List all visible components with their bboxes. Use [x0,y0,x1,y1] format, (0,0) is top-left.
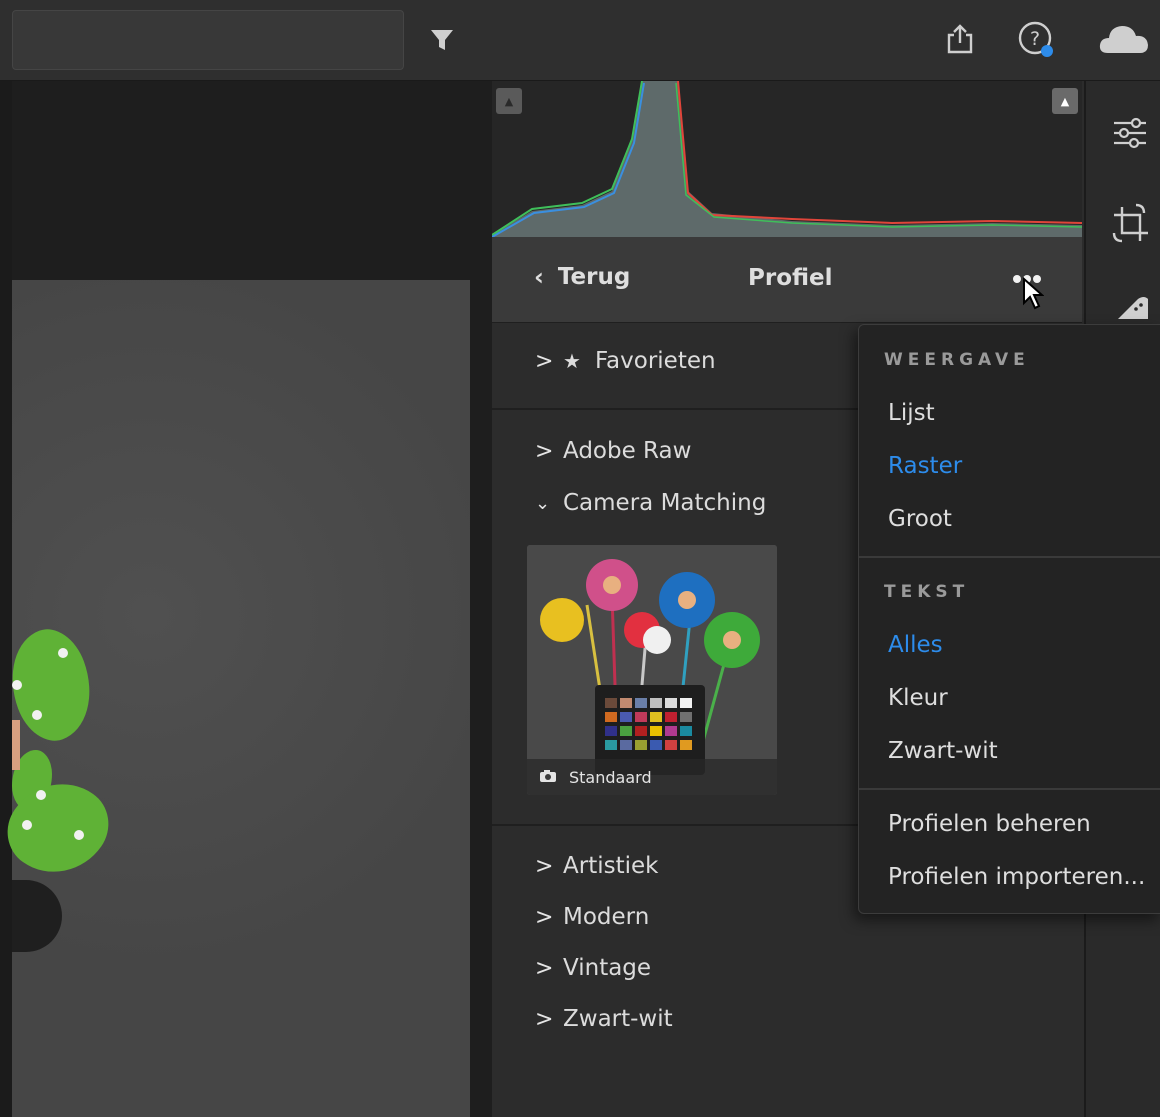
menu-item-manage-profiles[interactable]: Profielen beheren [888,811,1091,837]
group-zwart-wit[interactable]: > Zwart-wit [535,1006,673,1032]
triangle-up-icon: ▲ [1060,94,1070,108]
group-modern[interactable]: > Modern [535,904,649,930]
camera-icon [539,768,557,787]
panel-title: Profiel [748,265,833,291]
group-label: Camera Matching [563,490,767,516]
cursor-icon [1022,276,1045,315]
group-artistiek[interactable]: > Artistiek [535,853,658,879]
healing-brush-icon[interactable] [1114,295,1148,323]
group-favorieten[interactable]: > ★ Favorieten [535,348,716,374]
divider [492,408,858,410]
shadow-clipping-toggle[interactable]: ▲ [496,88,522,114]
chevron-right-icon: > [535,904,554,930]
group-label: Adobe Raw [563,438,692,464]
back-label: Terug [557,264,631,290]
thumbnail-caption: Standaard [527,759,777,795]
histogram: ▲ ▲ [492,81,1082,237]
menu-item-lijst[interactable]: Lijst [888,400,935,426]
menu-heading-text: TEKST [884,582,970,602]
menu-separator [859,556,1160,558]
chevron-right-icon: > [535,1006,554,1032]
crop-rotate-icon[interactable] [1112,203,1150,249]
menu-item-raster[interactable]: Raster [888,453,962,479]
divider [492,824,858,826]
menu-separator [859,788,1160,790]
menu-item-alles[interactable]: Alles [888,632,943,658]
share-icon[interactable] [942,20,978,58]
filter-icon[interactable] [424,22,460,58]
group-label: Zwart-wit [563,1006,673,1032]
back-button[interactable]: ‹ Terug [534,263,630,291]
group-label: Vintage [563,955,652,981]
cloud-icon[interactable] [1098,20,1150,58]
group-label: Favorieten [594,348,716,374]
chevron-left-icon: ‹ [534,263,544,291]
triangle-up-icon: ▲ [504,94,514,108]
group-camera-matching[interactable]: ⌄ Camera Matching [535,490,766,516]
highlight-clipping-toggle[interactable]: ▲ [1052,88,1078,114]
help-icon[interactable]: ? [1016,20,1058,60]
search-input[interactable] [12,10,404,70]
group-adobe-raw[interactable]: > Adobe Raw [535,438,691,464]
photo-preview[interactable] [0,280,470,1117]
chevron-right-icon: > [535,348,554,374]
menu-item-zwart-wit[interactable]: Zwart-wit [888,738,998,764]
profile-header: ‹ Terug Profiel [492,237,1082,323]
chevron-down-icon: ⌄ [535,492,551,514]
chevron-right-icon: > [535,438,554,464]
profile-thumbnail[interactable]: Standaard [527,545,777,795]
svg-text:?: ? [1030,28,1040,50]
group-vintage[interactable]: > Vintage [535,955,651,981]
menu-item-import-profiles[interactable]: Profielen importeren... [888,864,1145,890]
star-icon: ★ [563,349,581,373]
menu-item-groot[interactable]: Groot [888,506,952,532]
chevron-right-icon: > [535,955,554,981]
menu-item-kleur[interactable]: Kleur [888,685,948,711]
menu-heading-view: WEERGAVE [884,350,1030,370]
group-label: Artistiek [563,853,659,879]
group-label: Modern [563,904,650,930]
sliders-icon[interactable] [1112,115,1148,155]
chevron-right-icon: > [535,853,554,879]
thumbnail-label: Standaard [569,767,652,787]
